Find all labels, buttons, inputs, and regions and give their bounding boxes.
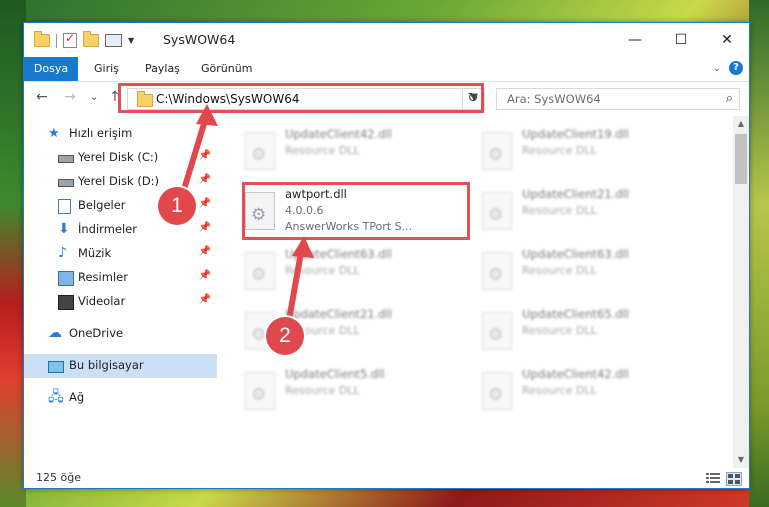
step-badge-1: 1 [158, 187, 196, 225]
step-badge-2: 2 [266, 317, 304, 355]
annotation-arrows [179, 104, 314, 323]
